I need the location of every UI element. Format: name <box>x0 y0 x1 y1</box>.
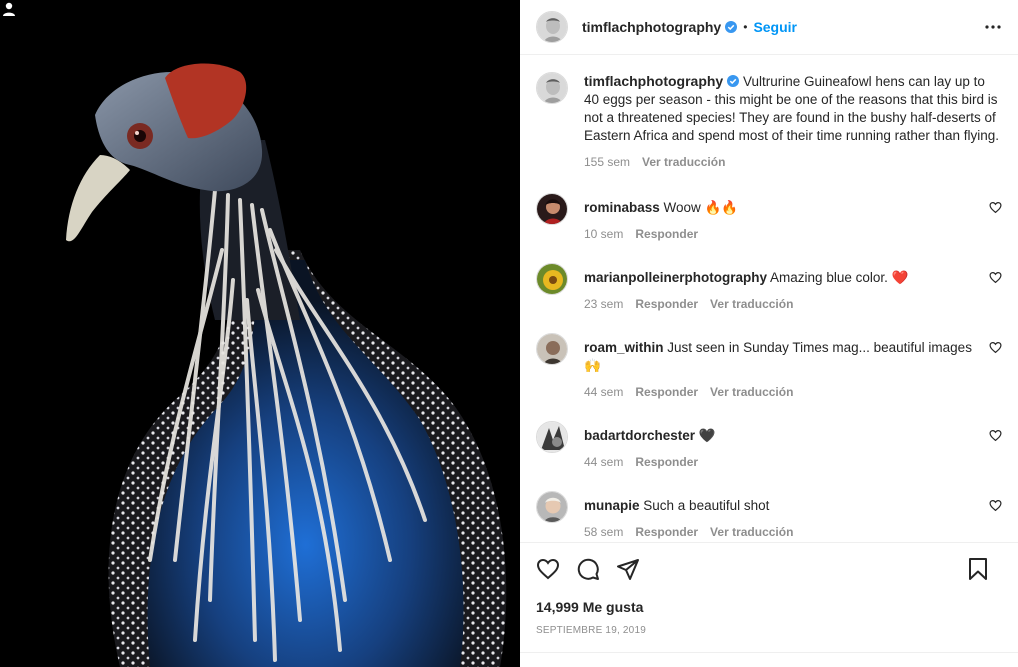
comment-item: marianpolleinerphotography Amazing blue … <box>536 263 1002 313</box>
author-avatar[interactable] <box>536 11 568 43</box>
reply-button[interactable]: Responder <box>635 295 698 313</box>
comment-username[interactable]: marianpolleinerphotography <box>584 270 767 285</box>
comment-username[interactable]: badartdorchester <box>584 428 695 443</box>
comment-time: 44 sem <box>584 385 624 399</box>
comment-item: badartdorchester 🖤 44 sem Responder <box>536 421 1002 471</box>
verified-badge-icon <box>725 21 738 33</box>
reply-button[interactable]: Responder <box>635 225 698 243</box>
post-date: SEPTIEMBRE 19, 2019 <box>536 625 646 636</box>
comment-text: Such a beautiful shot <box>643 498 770 513</box>
like-comment-heart-icon[interactable] <box>989 429 1002 442</box>
commenter-avatar[interactable] <box>536 421 568 453</box>
translate-link[interactable]: Ver traducción <box>710 295 793 313</box>
caption-username[interactable]: timflachphotography <box>584 73 723 89</box>
post-panel: timflachphotography • Seguir timflachpho… <box>520 0 1018 667</box>
reply-button[interactable]: Responder <box>635 453 698 471</box>
commenter-avatar[interactable] <box>536 333 568 365</box>
commenter-avatar[interactable] <box>536 491 568 523</box>
commenter-avatar[interactable] <box>536 193 568 225</box>
caption-translate-link[interactable]: Ver traducción <box>642 153 725 171</box>
translate-link[interactable]: Ver traducción <box>710 523 793 541</box>
comment-bubble-icon[interactable] <box>576 557 600 581</box>
commenter-avatar[interactable] <box>536 263 568 295</box>
reply-button[interactable]: Responder <box>635 523 698 541</box>
comment-username[interactable]: munapie <box>584 498 640 513</box>
guineafowl-photo <box>0 0 520 667</box>
comment-item: roam_within Just seen in Sunday Times ma… <box>536 333 1002 401</box>
comment-item: munapie Such a beautiful shot 58 sem Res… <box>536 491 1002 541</box>
comment-text: Amazing blue color. ❤️ <box>770 270 909 285</box>
post-actions: 14,999 Me gusta SEPTIEMBRE 19, 2019 <box>520 542 1018 636</box>
comment-text: 🖤 <box>698 428 716 443</box>
comment-time: 10 sem <box>584 227 624 241</box>
comment-time: 44 sem <box>584 455 624 469</box>
share-send-icon[interactable] <box>616 557 640 581</box>
like-comment-heart-icon[interactable] <box>989 201 1002 214</box>
separator-dot: • <box>743 20 748 34</box>
post-caption: timflachphotography Vultrurine Guineafow… <box>536 72 1002 171</box>
comment-time: 23 sem <box>584 297 624 311</box>
post-image[interactable] <box>0 0 520 667</box>
like-comment-heart-icon[interactable] <box>989 341 1002 354</box>
comment-item: rominabass Woow 🔥🔥 10 sem Responder <box>536 193 1002 243</box>
likes-count[interactable]: 14,999 Me gusta <box>536 599 1002 615</box>
post-header: timflachphotography • Seguir <box>520 0 1018 55</box>
comment-time: 58 sem <box>584 525 624 539</box>
reply-button[interactable]: Responder <box>635 383 698 401</box>
like-comment-heart-icon[interactable] <box>989 271 1002 284</box>
follow-button[interactable]: Seguir <box>753 19 797 35</box>
user-tag-icon[interactable] <box>0 0 18 18</box>
more-options-icon[interactable] <box>984 18 1002 36</box>
comment-username[interactable]: roam_within <box>584 340 664 355</box>
comments-list[interactable]: timflachphotography Vultrurine Guineafow… <box>520 56 1018 542</box>
like-heart-icon[interactable] <box>536 557 560 581</box>
caption-time: 155 sem <box>584 155 631 169</box>
comment-text: Woow 🔥🔥 <box>663 200 739 215</box>
translate-link[interactable]: Ver traducción <box>710 383 793 401</box>
verified-badge-icon <box>727 75 740 87</box>
author-username[interactable]: timflachphotography <box>582 19 721 35</box>
like-comment-heart-icon[interactable] <box>989 499 1002 512</box>
comment-username[interactable]: rominabass <box>584 200 660 215</box>
save-bookmark-icon[interactable] <box>966 557 990 581</box>
caption-avatar[interactable] <box>536 72 568 104</box>
divider <box>520 652 1018 653</box>
